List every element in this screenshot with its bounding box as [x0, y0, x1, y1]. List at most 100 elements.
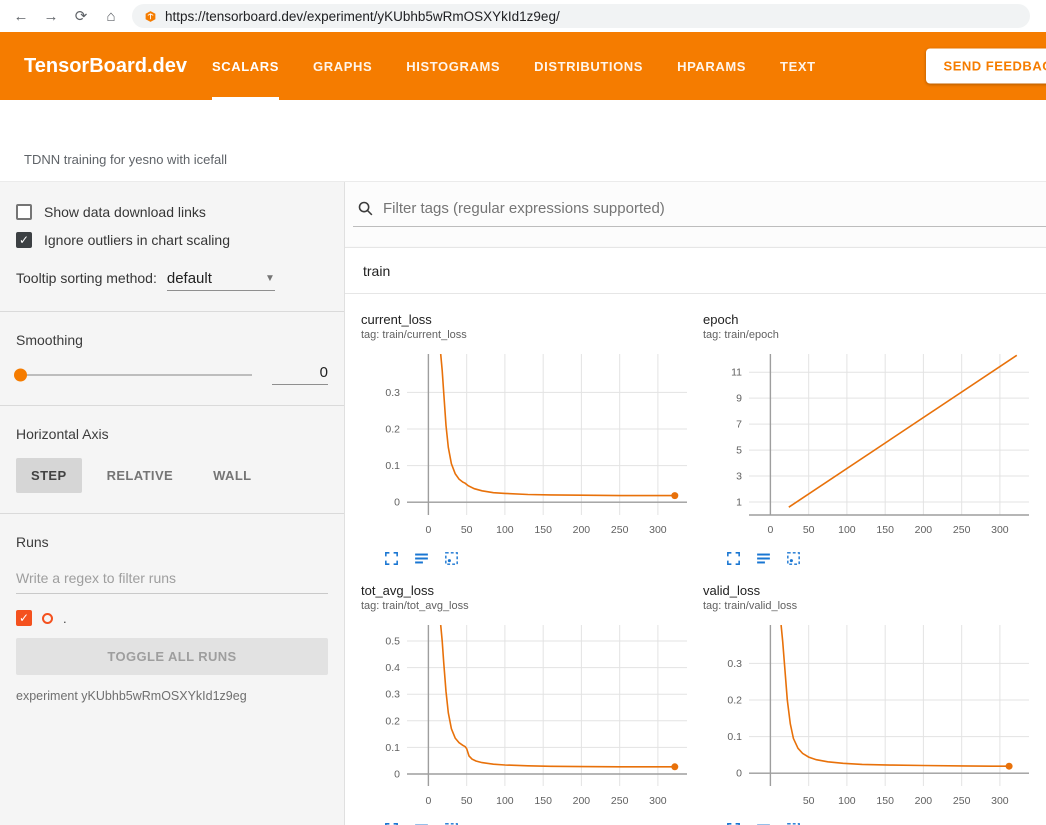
svg-text:0: 0 — [425, 524, 431, 536]
chart-tag: tag: train/valid_loss — [703, 600, 1045, 612]
home-icon[interactable]: ⌂ — [102, 8, 120, 25]
tab-text[interactable]: TEXT — [780, 32, 816, 100]
tab-histograms[interactable]: HISTOGRAMS — [406, 32, 500, 100]
data-table-icon[interactable] — [413, 550, 430, 567]
smoothing-value[interactable]: 0 — [272, 364, 328, 385]
run-checkbox-checked-icon[interactable]: ✓ — [16, 610, 32, 626]
forward-icon[interactable]: → — [42, 8, 60, 25]
reload-icon[interactable]: ⟳ — [72, 7, 90, 25]
tooltip-sorting-label: Tooltip sorting method: — [16, 270, 157, 286]
chart-toolbar — [703, 550, 1045, 567]
browser-chrome: ← → ⟳ ⌂ https://tensorboard.dev/experime… — [0, 0, 1046, 32]
slider-thumb[interactable] — [14, 368, 27, 381]
show-download-links-checkbox[interactable]: Show data download links — [16, 204, 328, 220]
svg-text:0.3: 0.3 — [385, 387, 400, 399]
svg-text:100: 100 — [838, 524, 856, 536]
run-row[interactable]: ✓ . — [16, 610, 328, 626]
checkbox-label: Ignore outliers in chart scaling — [44, 232, 230, 248]
svg-text:250: 250 — [953, 524, 971, 536]
svg-text:300: 300 — [649, 795, 667, 807]
divider — [0, 405, 344, 406]
wall-axis-button[interactable]: WALL — [198, 458, 266, 493]
svg-text:9: 9 — [736, 393, 742, 405]
svg-text:0: 0 — [425, 795, 431, 807]
data-table-icon[interactable] — [755, 550, 772, 567]
smoothing-label: Smoothing — [16, 332, 328, 348]
svg-text:1: 1 — [736, 497, 742, 509]
toggle-all-runs-button[interactable]: TOGGLE ALL RUNS — [16, 638, 328, 675]
train-section-header[interactable]: train — [345, 248, 1046, 294]
tooltip-sorting-value: default — [167, 270, 212, 287]
svg-text:0.3: 0.3 — [727, 658, 742, 670]
address-bar[interactable]: https://tensorboard.dev/experiment/yKUbh… — [132, 4, 1030, 28]
svg-text:0.2: 0.2 — [385, 424, 400, 436]
line-chart[interactable]: 1357911050100150200250300 — [703, 349, 1037, 541]
svg-text:50: 50 — [803, 795, 815, 807]
train-section-card: train current_loss tag: train/current_los… — [345, 247, 1046, 825]
svg-text:300: 300 — [991, 795, 1009, 807]
chart-tag: tag: train/current_loss — [361, 329, 703, 341]
ignore-outliers-checkbox[interactable]: ✓ Ignore outliers in chart scaling — [16, 232, 328, 248]
chart-title: current_loss — [361, 312, 703, 327]
svg-text:250: 250 — [611, 524, 629, 536]
svg-text:200: 200 — [573, 795, 591, 807]
scalars-dashboard: train current_loss tag: train/current_los… — [345, 182, 1046, 825]
send-feedback-button[interactable]: SEND FEEDBACK — [926, 49, 1046, 84]
svg-text:200: 200 — [573, 524, 591, 536]
svg-text:50: 50 — [803, 524, 815, 536]
svg-text:100: 100 — [496, 795, 514, 807]
svg-text:300: 300 — [649, 524, 667, 536]
svg-text:0: 0 — [394, 497, 400, 509]
tab-distributions[interactable]: DISTRIBUTIONS — [534, 32, 643, 100]
fit-domain-icon[interactable] — [443, 821, 460, 825]
filter-tags-input[interactable] — [383, 200, 1042, 217]
app-header: TensorBoard.dev SCALARS GRAPHS HISTOGRAMS D… — [0, 32, 1046, 100]
svg-text:200: 200 — [915, 524, 933, 536]
app-brand: TensorBoard.dev — [24, 55, 202, 78]
svg-text:0: 0 — [394, 769, 400, 781]
step-axis-button[interactable]: STEP — [16, 458, 82, 493]
svg-text:0.5: 0.5 — [385, 636, 400, 648]
fit-domain-icon[interactable] — [443, 550, 460, 567]
tooltip-sorting-dropdown[interactable]: default ▼ — [167, 270, 275, 291]
chart-toolbar — [361, 550, 703, 567]
chart-title: valid_loss — [703, 583, 1045, 598]
expand-chart-icon[interactable] — [383, 821, 400, 825]
smoothing-slider[interactable] — [16, 374, 252, 376]
svg-text:0: 0 — [767, 524, 773, 536]
url-text: https://tensorboard.dev/experiment/yKUbh… — [165, 9, 560, 24]
tab-hparams[interactable]: HPARAMS — [677, 32, 746, 100]
line-chart[interactable]: 00.10.20.30.40.5050100150200250300 — [361, 620, 695, 812]
back-icon[interactable]: ← — [12, 8, 30, 25]
svg-text:300: 300 — [991, 524, 1009, 536]
line-chart[interactable]: 00.10.20.3050100150200250300 — [361, 349, 695, 541]
fit-domain-icon[interactable] — [785, 821, 802, 825]
search-icon — [357, 200, 374, 217]
svg-text:0.1: 0.1 — [727, 731, 742, 743]
expand-chart-icon[interactable] — [725, 550, 742, 567]
relative-axis-button[interactable]: RELATIVE — [92, 458, 189, 493]
expand-chart-icon[interactable] — [725, 821, 742, 825]
checkbox-label: Show data download links — [44, 204, 206, 220]
horizontal-axis-label: Horizontal Axis — [16, 426, 328, 442]
experiment-id-note: experiment yKUbhb5wRmOSXYkId1z9eg — [16, 689, 328, 703]
chart-current_loss: current_losstag: train/current_loss00.10… — [361, 312, 703, 567]
chart-title: epoch — [703, 312, 1045, 327]
svg-text:200: 200 — [915, 795, 933, 807]
svg-text:0.2: 0.2 — [385, 715, 400, 727]
chart-epoch: epochtag: train/epoch1357911050100150200… — [703, 312, 1045, 567]
experiment-title-bar: TDNN training for yesno with icefall — [0, 100, 1046, 182]
svg-text:0.4: 0.4 — [385, 662, 400, 674]
data-table-icon[interactable] — [755, 821, 772, 825]
checkbox-unchecked-icon — [16, 204, 32, 220]
tab-graphs[interactable]: GRAPHS — [313, 32, 372, 100]
svg-text:150: 150 — [534, 795, 552, 807]
expand-chart-icon[interactable] — [383, 550, 400, 567]
data-table-icon[interactable] — [413, 821, 430, 825]
runs-filter-input[interactable] — [16, 566, 328, 594]
nav-tabs: SCALARS GRAPHS HISTOGRAMS DISTRIBUTIONS HPAR… — [212, 32, 816, 100]
line-chart[interactable]: 00.10.20.350100150200250300 — [703, 620, 1037, 812]
divider — [0, 311, 344, 312]
tab-scalars[interactable]: SCALARS — [212, 32, 279, 100]
fit-domain-icon[interactable] — [785, 550, 802, 567]
